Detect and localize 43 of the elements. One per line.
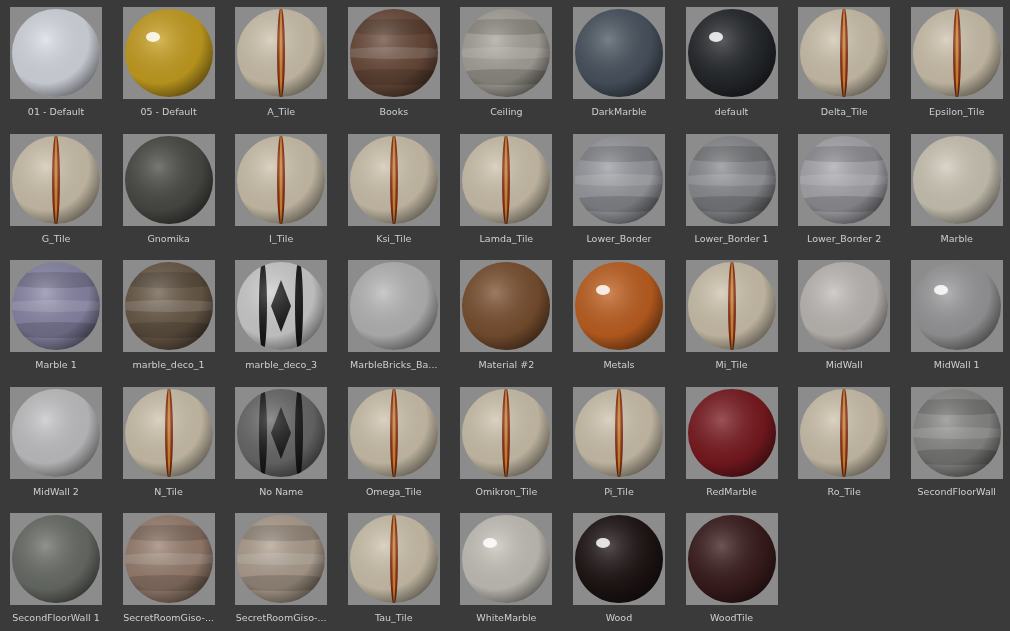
material-name: Delta_Tile <box>820 105 868 119</box>
material-name: A_Tile <box>267 105 296 119</box>
material-name: Lower_Border 2 <box>807 231 882 246</box>
material-name: MidWall <box>825 358 863 373</box>
material-name: Wood <box>605 611 633 626</box>
material-name: Tau_Tile <box>375 611 413 626</box>
material-name: Lower_Border <box>586 231 652 246</box>
material-name: SecondFloorWall 1 <box>12 611 100 626</box>
material-name: Lamda_Tile <box>479 231 534 246</box>
material-name: I_Tile <box>269 231 294 246</box>
material-name: default <box>714 105 749 119</box>
material-name: Pi_Tile <box>604 484 634 499</box>
material-name: Omikron_Tile <box>475 484 538 499</box>
material-name: 05 - Default <box>140 105 197 119</box>
material-name: Mi_Tile <box>715 358 748 373</box>
material-name: SecondFloorWall <box>917 484 996 499</box>
material-name: SecretRoomGiso-... <box>235 611 327 626</box>
material-name: Gnomika <box>147 231 190 246</box>
material-name: No Name <box>259 484 304 499</box>
material-name: marble_deco_1 <box>132 358 205 373</box>
material-name: DarkMarble <box>591 105 647 119</box>
material-name: Epsilon_Tile <box>929 105 985 119</box>
material-name: Lower_Border 1 <box>694 231 769 246</box>
material-name: SecretRoomGiso-... <box>123 611 214 626</box>
material-name: Ceiling <box>490 105 523 119</box>
material-name: MidWall 1 <box>933 358 980 373</box>
material-name: RedMarble <box>706 484 757 499</box>
material-name: Ro_Tile <box>827 484 861 499</box>
material-name: WoodTile <box>710 611 754 626</box>
material-name: WhiteMarble <box>476 611 537 626</box>
material-name: 01 - Default <box>27 105 85 119</box>
material-name: Metals <box>603 358 635 373</box>
material-name: Marble <box>940 231 973 246</box>
material-name: Marble 1 <box>35 358 77 373</box>
material-name: marble_deco_3 <box>245 358 318 373</box>
material-name: Books <box>379 105 409 119</box>
material-name: Omega_Tile <box>365 484 422 499</box>
material-name: MarbleBricks_Ba... <box>350 358 438 373</box>
material-name: Ksi_Tile <box>376 231 412 246</box>
material-name: MidWall 2 <box>33 484 79 499</box>
material-name: Material #2 <box>478 358 535 373</box>
material-name: N_Tile <box>154 484 183 499</box>
material-name: G_Tile <box>41 231 71 246</box>
